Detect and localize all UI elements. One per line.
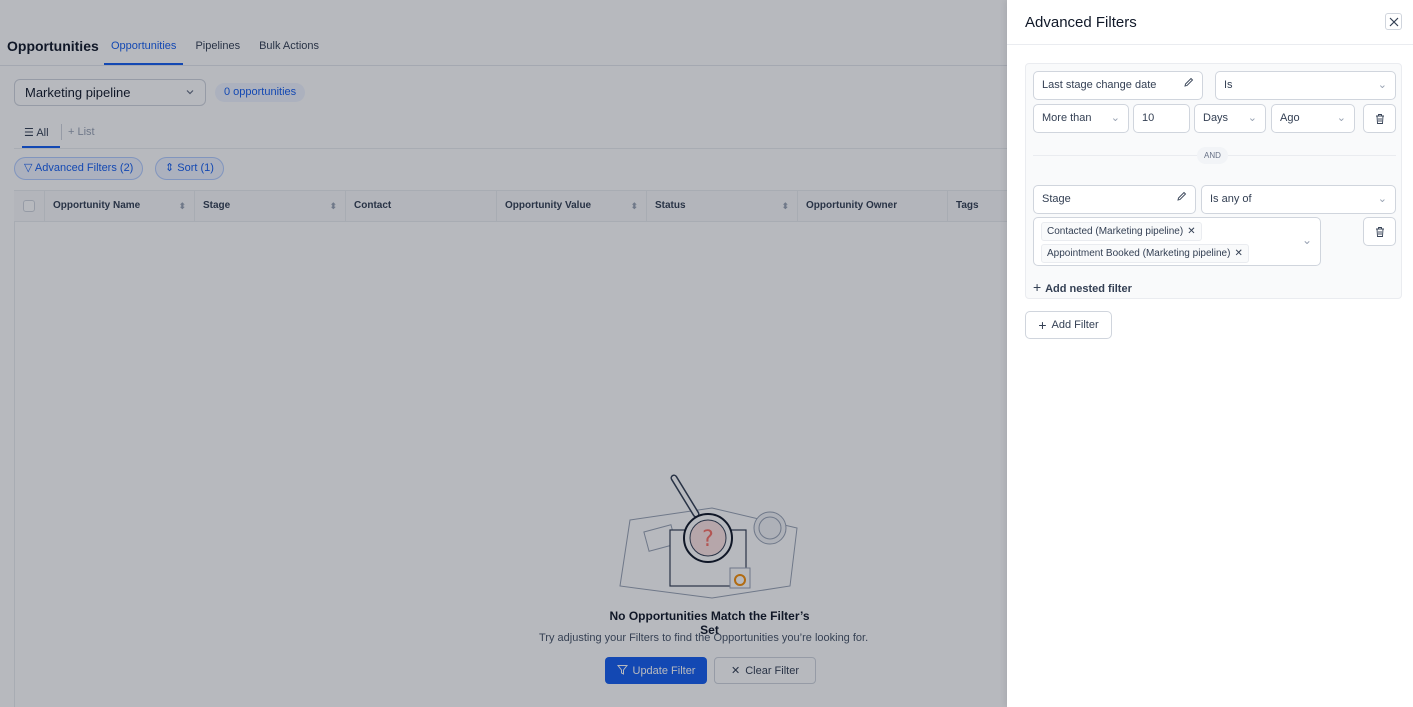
chevron-down-icon: ⌄ (1377, 193, 1387, 205)
drawer-title: Advanced Filters (1025, 14, 1137, 31)
chevron-down-icon: ⌄ (1336, 112, 1346, 124)
filter-group: Last stage change date Is ⌄ More than ⌄ … (1025, 63, 1402, 299)
filter-operator-value: Is any of (1210, 193, 1252, 205)
unit-value: Days (1203, 112, 1229, 124)
filter-operator-value: Is (1224, 79, 1233, 91)
add-nested-filter-label: Add nested filter (1045, 283, 1132, 295)
selected-value-tag: Contacted (Marketing pipeline) ✕ (1041, 222, 1202, 241)
advanced-filters-drawer: Advanced Filters Last stage change date … (1007, 0, 1413, 707)
chevron-down-icon: ⌄ (1301, 233, 1312, 247)
selected-value-tag: Appointment Booked (Marketing pipeline) ✕ (1041, 244, 1249, 263)
pencil-icon[interactable] (1176, 186, 1187, 213)
tag-label: Appointment Booked (Marketing pipeline) (1047, 248, 1231, 259)
direction-select[interactable]: Ago ⌄ (1271, 104, 1355, 133)
close-drawer-button[interactable] (1385, 13, 1402, 30)
trash-icon (1375, 113, 1384, 124)
delete-filter-button[interactable] (1363, 217, 1396, 246)
drawer-header: Advanced Filters (1007, 0, 1413, 45)
filter-field-value: Last stage change date (1042, 79, 1157, 91)
modal-backdrop[interactable] (0, 0, 1007, 707)
tag-label: Contacted (Marketing pipeline) (1047, 226, 1184, 237)
unit-select[interactable]: Days ⌄ (1194, 104, 1266, 133)
opportunities-page: Opportunities Opportunities Pipelines Bu… (0, 0, 1413, 707)
plus-icon: + (1033, 279, 1046, 295)
plus-icon: + (1038, 317, 1047, 333)
filter-field-value: Stage (1042, 193, 1071, 205)
comparator-value: More than (1042, 112, 1092, 124)
filter-operator-select[interactable]: Is any of ⌄ (1201, 185, 1396, 214)
chevron-down-icon: ⌄ (1110, 112, 1120, 124)
comparator-select[interactable]: More than ⌄ (1033, 104, 1129, 133)
add-filter-button[interactable]: + Add Filter (1025, 311, 1112, 339)
filter-field-select[interactable]: Last stage change date (1033, 71, 1203, 100)
and-connector[interactable]: AND (1197, 147, 1228, 164)
stage-values-multiselect[interactable]: Contacted (Marketing pipeline) ✕ Appointm… (1033, 217, 1321, 266)
filter-field-select[interactable]: Stage (1033, 185, 1196, 214)
filter-operator-select[interactable]: Is ⌄ (1215, 71, 1396, 100)
remove-tag-icon[interactable]: ✕ (1234, 248, 1242, 259)
chevron-down-icon: ⌄ (1377, 79, 1387, 91)
add-nested-filter-button[interactable]: + Add nested filter (1033, 279, 1132, 295)
delete-filter-button[interactable] (1363, 104, 1396, 133)
amount-value: 10 (1142, 112, 1155, 124)
pencil-icon[interactable] (1183, 72, 1194, 99)
add-filter-label: Add Filter (1051, 319, 1099, 331)
amount-input[interactable]: 10 (1133, 104, 1190, 133)
close-icon (1389, 17, 1398, 26)
direction-value: Ago (1280, 112, 1300, 124)
trash-icon (1375, 226, 1384, 237)
remove-tag-icon[interactable]: ✕ (1187, 226, 1195, 237)
chevron-down-icon: ⌄ (1247, 112, 1257, 124)
